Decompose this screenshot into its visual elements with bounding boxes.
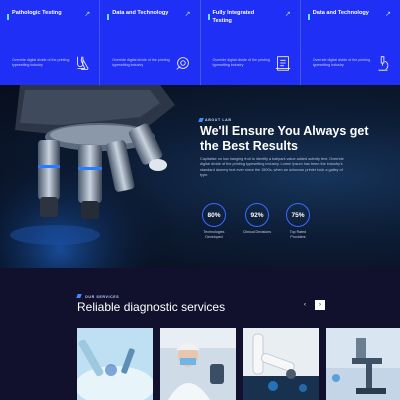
- stat-label: Top Rated Providers: [289, 230, 307, 239]
- card-accent-bar: [7, 14, 9, 20]
- card-accent-bar: [207, 14, 210, 20]
- clipboard-icon: [275, 56, 290, 71]
- stat-label: Technologies Developed: [203, 230, 225, 239]
- stat-label: Clinical Decisions: [242, 230, 272, 234]
- feature-card-data-tech-2[interactable]: Data and Technology ↗ Override digital d…: [301, 0, 400, 85]
- arrow-up-right-icon[interactable]: ↗: [185, 10, 191, 18]
- card-title: Data and Technology: [312, 10, 369, 16]
- stat-value: 80%: [202, 203, 226, 227]
- card-text: Override digital divide of the printing …: [112, 58, 170, 67]
- card-text: Override digital divide of the printing …: [212, 58, 270, 67]
- card-title: Pathologic Testing: [12, 10, 62, 16]
- microscope-slide-icon: [175, 57, 189, 70]
- services-title: Reliable diagnostic services: [77, 300, 226, 314]
- stat-clinical: 92% Clinical Decisions: [242, 203, 272, 235]
- card-title: Fully Integrated Testing: [212, 10, 255, 24]
- feature-card-integrated[interactable]: Fully Integrated Testing ↗ Override digi…: [201, 0, 301, 85]
- card-accent-bar: [307, 14, 310, 20]
- card-title: Data and Technology: [112, 10, 169, 16]
- arrow-up-right-icon[interactable]: ↗: [385, 10, 391, 18]
- card-accent-bar: [107, 14, 110, 20]
- page-title: We'll Ensure You Always get the Best Res…: [200, 124, 369, 153]
- flask-icon: [77, 56, 89, 70]
- arrow-up-right-icon[interactable]: ↗: [84, 10, 90, 18]
- section-tag-marker: [198, 118, 204, 122]
- service-image-petri-dish[interactable]: [77, 328, 153, 400]
- service-image-robotic-arm[interactable]: [243, 328, 319, 400]
- about-lab-section: ABOUT LAB We'll Ensure You Always get th…: [0, 85, 400, 268]
- microscope-icon: [378, 56, 389, 71]
- section-tag: ABOUT LAB: [205, 118, 232, 122]
- hero-description: Capitalise on low hanging fruit to ident…: [200, 157, 344, 178]
- objective-lens: [38, 140, 60, 217]
- service-image-scientist[interactable]: [160, 328, 236, 400]
- feature-card-pathologic[interactable]: Pathologic Testing ↗ Override digital di…: [0, 0, 101, 85]
- section-tag: OUR SERVICES: [85, 295, 120, 299]
- carousel-prev-button[interactable]: ‹: [300, 300, 310, 310]
- card-text: Override digital divide of the printing …: [312, 58, 371, 67]
- service-image-microscope[interactable]: [326, 328, 400, 400]
- feature-cards: Pathologic Testing ↗ Override digital di…: [0, 0, 400, 85]
- carousel-next-button[interactable]: ›: [315, 300, 325, 310]
- stat-providers: 75% Top Rated Providers: [283, 203, 313, 239]
- stat-value: 75%: [286, 203, 310, 227]
- feature-card-data-tech[interactable]: Data and Technology ↗ Override digital d…: [100, 0, 201, 85]
- stat-technologies: 80% Technologies Developed: [199, 203, 229, 239]
- card-text: Override digital divide of the printing …: [12, 58, 70, 67]
- microscope-image: [0, 85, 200, 268]
- stat-value: 92%: [245, 203, 269, 227]
- arrow-up-right-icon[interactable]: ↗: [285, 10, 291, 18]
